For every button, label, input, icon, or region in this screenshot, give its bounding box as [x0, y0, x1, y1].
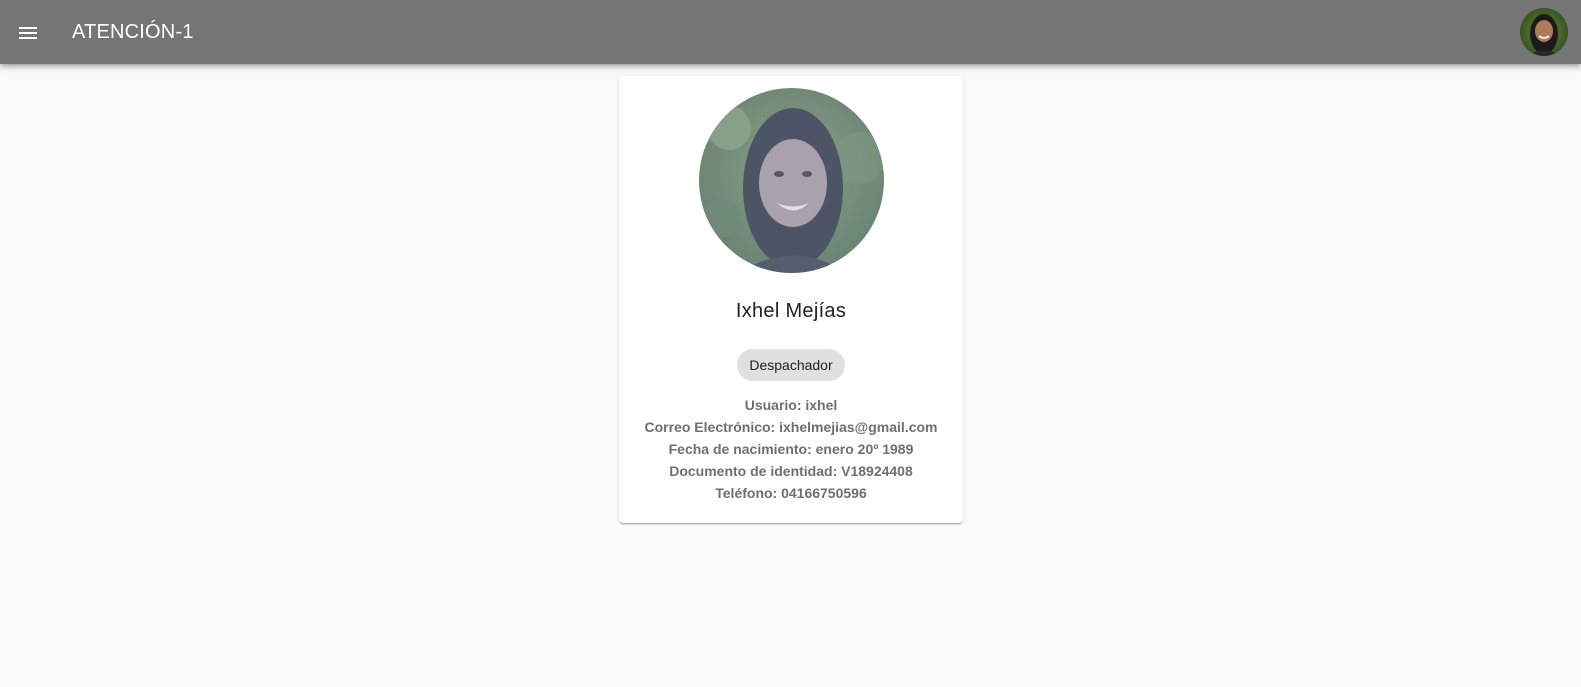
profile-name: Ixhel Mejías — [735, 300, 847, 322]
top-toolbar: ATENCIÓN-1 — [0, 0, 1581, 64]
detail-username: Usuario: ixhel — [744, 397, 838, 413]
profile-card: Ixhel Mejías Despachador Usuario: ixhel … — [619, 76, 963, 523]
user-avatar[interactable] — [1520, 8, 1568, 56]
menu-icon[interactable] — [16, 21, 40, 45]
detail-birthdate: Fecha de nacimiento: enero 20º 1989 — [668, 441, 914, 457]
detail-phone: Teléfono: 04166750596 — [715, 485, 867, 501]
profile-details: Usuario: ixhel Correo Electrónico: ixhel… — [619, 394, 963, 504]
detail-email: Correo Electrónico: ixhelmejias@gmail.co… — [644, 419, 938, 435]
app-title: ATENCIÓN-1 — [72, 20, 194, 43]
detail-id-document: Documento de identidad: V18924408 — [669, 463, 913, 479]
role-chip[interactable]: Despachador — [737, 349, 845, 381]
profile-photo — [699, 88, 884, 273]
